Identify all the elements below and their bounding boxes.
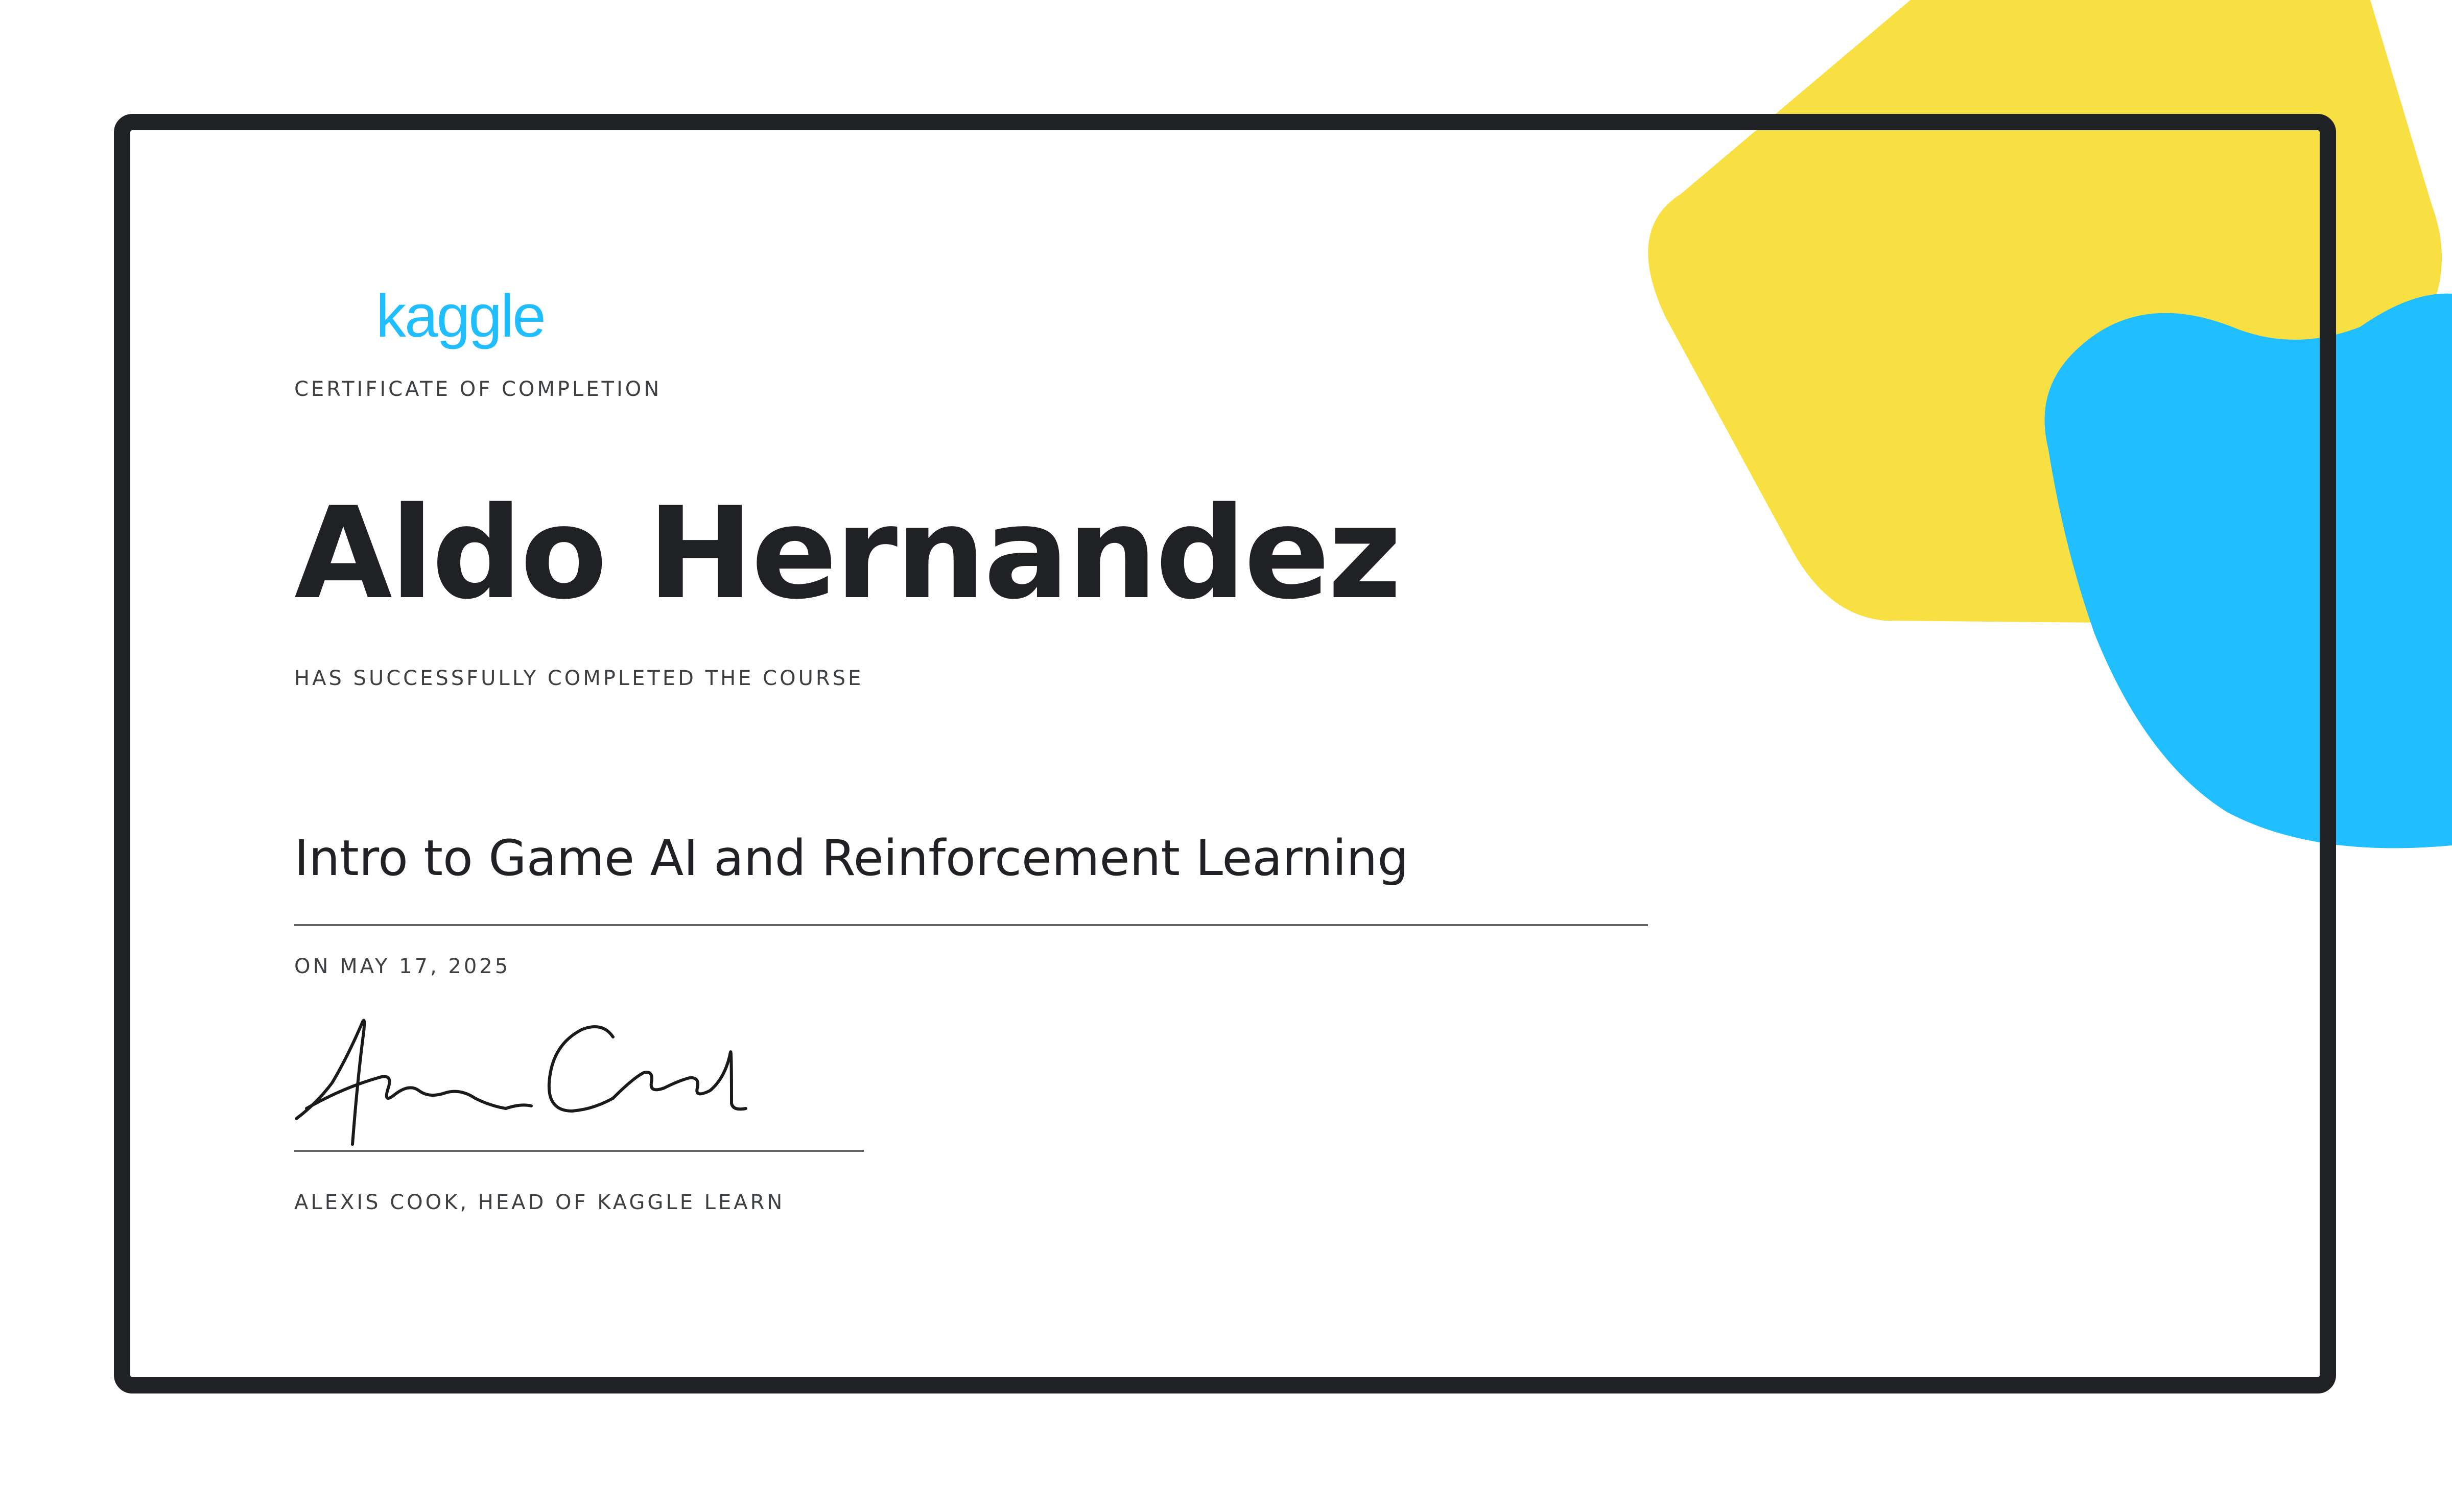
signature-line — [294, 1150, 864, 1152]
completion-date: ON MAY 17, 2025 — [294, 955, 511, 978]
certificate-label: CERTIFICATE OF COMPLETION — [294, 377, 662, 401]
course-divider — [294, 924, 1648, 926]
completed-course-label: HAS SUCCESSFULLY COMPLETED THE COURSE — [294, 667, 864, 690]
course-title: Intro to Game AI and Reinforcement Learn… — [294, 830, 1409, 887]
kaggle-logo: kaggle — [376, 282, 546, 350]
signer-name: ALEXIS COOK, HEAD OF KAGGLE LEARN — [294, 1191, 785, 1214]
handwritten-signature — [295, 1019, 747, 1146]
recipient-name: Aldo Hernandez — [294, 480, 1402, 627]
